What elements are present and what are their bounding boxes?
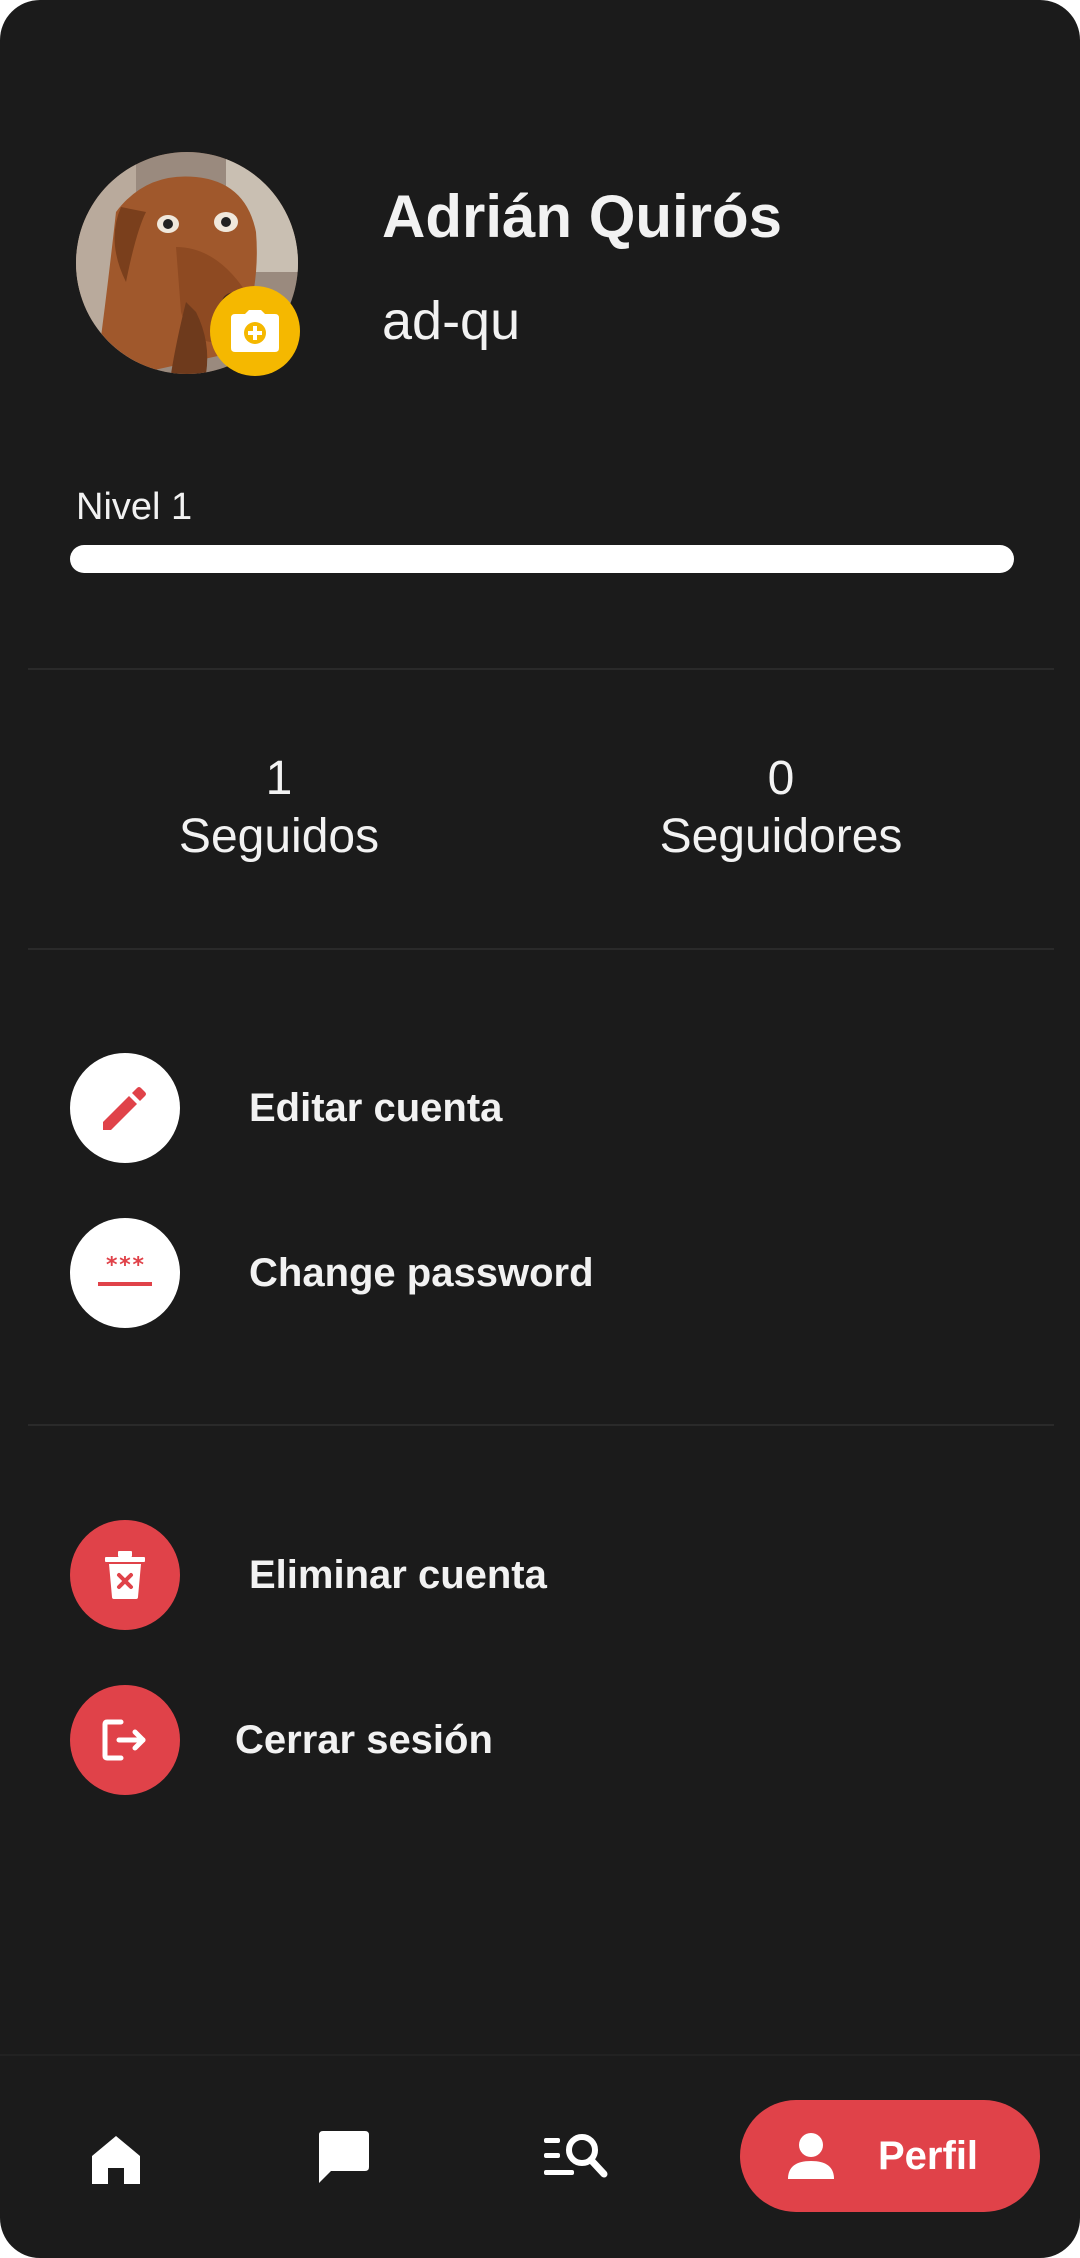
profile-screen: Adrián Quirós ad-qu Nivel 1 1 Seguidos 0… [0,0,1080,2258]
nav-search[interactable] [536,2116,616,2196]
edit-account-button[interactable]: Editar cuenta [70,1052,502,1164]
profile-handle: ad-qu [382,291,521,351]
pencil-icon [103,1087,146,1130]
logout-label: Cerrar sesión [235,1717,493,1762]
edit-icon-circle [70,1053,180,1163]
logout-icon [102,1719,146,1761]
nav-home[interactable] [76,2120,156,2200]
password-icon: *** [98,1256,152,1286]
edit-account-label: Editar cuenta [249,1085,503,1130]
followers-count: 0 [767,752,795,805]
change-password-button[interactable]: *** Change password [70,1217,594,1329]
profile-name: Adrián Quirós [382,183,783,250]
followers-stat[interactable]: 0 Seguidores [601,750,961,866]
home-icon [92,2136,140,2184]
following-label: Seguidos [178,810,380,863]
camera-icon [231,310,279,352]
person-icon [788,2133,834,2179]
delete-account-button[interactable]: Eliminar cuenta [70,1519,547,1631]
nav-chat[interactable] [304,2116,384,2196]
svg-text:***: *** [105,1256,145,1278]
password-icon-circle: *** [70,1218,180,1328]
avatar-container[interactable] [76,152,300,376]
chat-icon [319,2131,369,2183]
camera-badge-button[interactable] [210,286,300,376]
following-count: 1 [265,752,293,805]
delete-account-label: Eliminar cuenta [249,1552,547,1597]
change-password-label: Change password [249,1250,594,1295]
divider [28,668,1054,670]
logout-button[interactable]: Cerrar sesión [70,1684,493,1796]
level-progress-bar [70,545,1014,573]
logout-icon-circle [70,1685,180,1795]
nav-profile[interactable]: Perfil [740,2100,1040,2212]
search-list-icon [544,2134,608,2178]
trash-icon [105,1551,145,1599]
divider [28,948,1054,950]
followers-label: Seguidores [659,810,903,863]
nav-profile-label: Perfil [878,2133,979,2178]
delete-icon-circle [70,1520,180,1630]
level-label: Nivel 1 [76,486,193,528]
divider [28,1424,1054,1426]
following-stat[interactable]: 1 Seguidos [99,750,459,866]
